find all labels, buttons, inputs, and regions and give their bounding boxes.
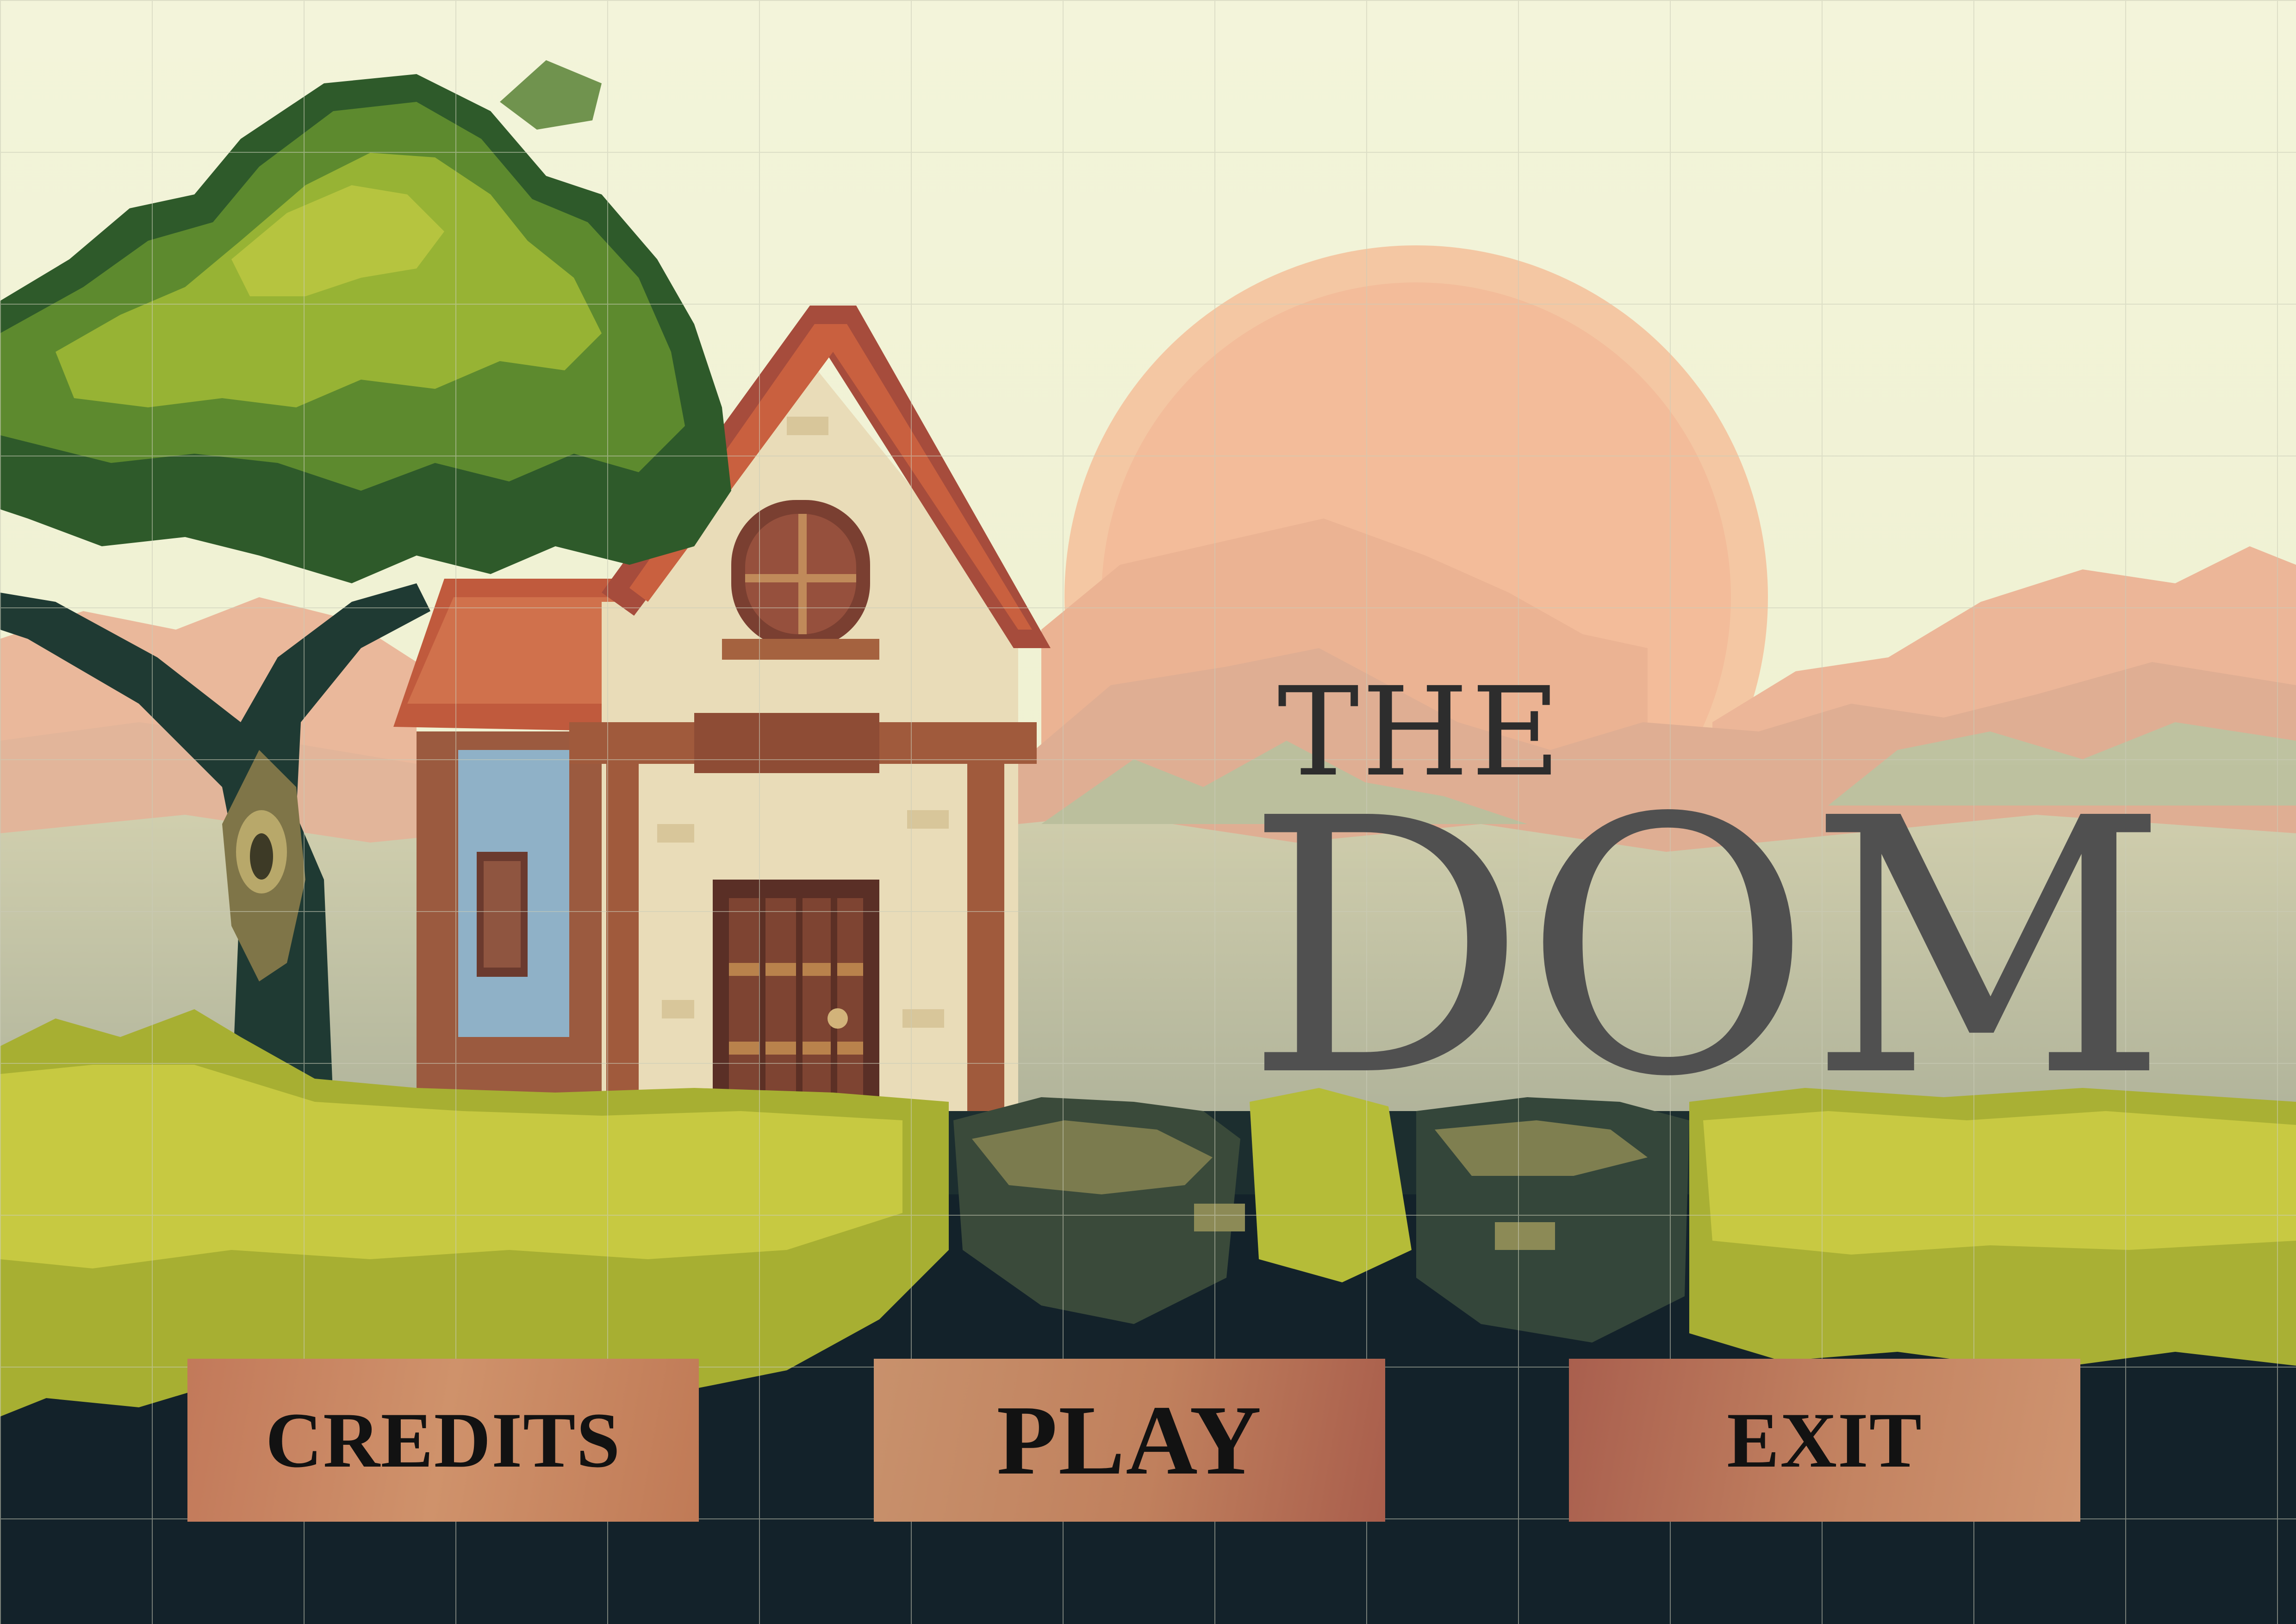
play-button[interactable]: PLAY bbox=[874, 1359, 1385, 1522]
game-title: DOM bbox=[1245, 744, 2168, 1154]
credits-button[interactable]: CREDITS bbox=[187, 1359, 699, 1522]
exit-button[interactable]: EXIT bbox=[1569, 1359, 2080, 1522]
